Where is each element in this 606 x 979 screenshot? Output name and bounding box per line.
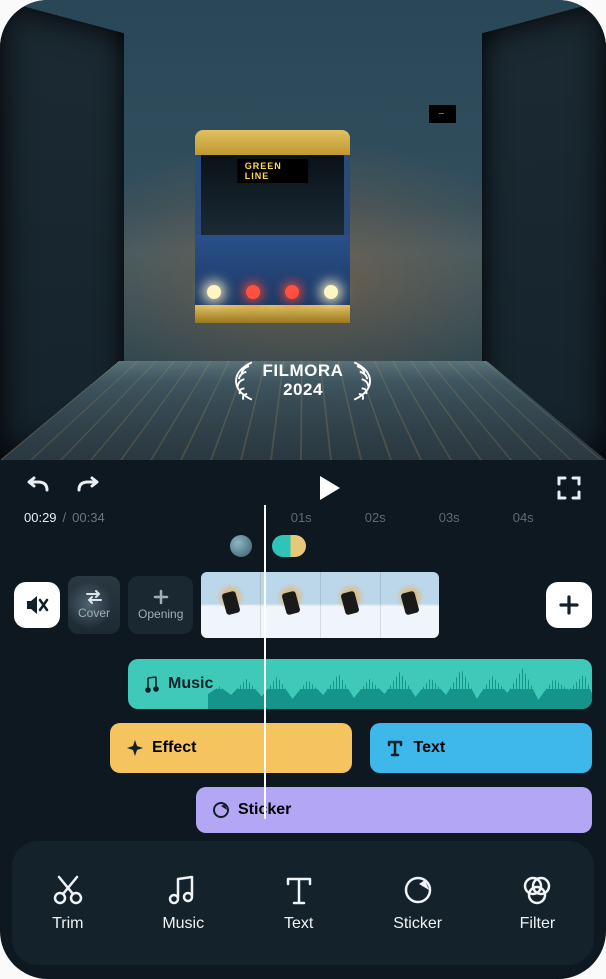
effect-track[interactable]: Effect	[110, 723, 352, 773]
music-track[interactable]: Music	[128, 659, 592, 709]
trim-label: Trim	[52, 915, 83, 933]
keyframe-marker[interactable]	[230, 535, 252, 557]
text-track[interactable]: Text	[370, 723, 592, 773]
music-label: Music	[162, 915, 204, 933]
time-mark: 03s	[439, 510, 513, 525]
time-mark: 01s	[291, 510, 365, 525]
mute-button[interactable]	[14, 582, 60, 628]
video-clip[interactable]	[201, 572, 439, 638]
text-label: Text	[284, 915, 313, 933]
laurel-left-icon	[229, 360, 257, 402]
swap-icon	[85, 590, 103, 604]
clip-thumbnail	[260, 572, 320, 638]
scene-platform-sign: —	[429, 105, 456, 123]
speaker-muted-icon	[25, 594, 49, 616]
plus-icon	[558, 594, 580, 616]
clip-thumbnail	[320, 572, 380, 638]
time-display: 00:29 / 00:34 01s 02s 03s 04s	[0, 508, 606, 535]
audio-waveform	[208, 659, 592, 709]
cover-button[interactable]: Cover	[68, 576, 120, 634]
undo-button[interactable]	[24, 476, 52, 500]
watermark-badge: FILMORA 2024	[229, 360, 378, 402]
filter-icon	[520, 873, 554, 907]
badge-year: 2024	[263, 381, 344, 400]
sticker-circle-icon	[401, 873, 435, 907]
text-icon	[282, 873, 316, 907]
time-ruler[interactable]: 01s 02s 03s 04s	[291, 510, 587, 525]
music-track-label: Music	[168, 675, 213, 693]
total-time: 00:34	[72, 510, 105, 525]
plus-icon	[153, 589, 169, 605]
add-clip-button[interactable]	[546, 582, 592, 628]
video-track: Cover Opening	[0, 561, 606, 649]
video-preview[interactable]: — GREEN LINE FILMORA 2024	[0, 0, 606, 460]
play-button[interactable]	[316, 474, 342, 502]
fullscreen-button[interactable]	[556, 475, 582, 501]
opening-button[interactable]: Opening	[128, 576, 193, 634]
text-tool[interactable]: Text	[282, 873, 316, 933]
tram-destination: GREEN LINE	[237, 159, 309, 183]
clip-thumbnail	[201, 572, 260, 638]
sticker-icon	[212, 801, 230, 819]
clip-thumbnail	[380, 572, 440, 638]
music-tool[interactable]: Music	[162, 873, 204, 933]
keyframe-marker[interactable]	[272, 535, 306, 557]
time-mark: 04s	[513, 510, 587, 525]
trim-tool[interactable]: Trim	[51, 873, 85, 933]
redo-button[interactable]	[74, 476, 102, 500]
text-icon	[386, 739, 404, 757]
scene-tram: GREEN LINE	[195, 130, 350, 325]
sparkle-icon	[126, 739, 144, 757]
sticker-track-label: Sticker	[238, 801, 291, 819]
bottom-toolbar: Trim Music Text Sticker Filter	[12, 841, 594, 965]
opening-label: Opening	[138, 607, 183, 621]
badge-title: FILMORA	[263, 362, 344, 381]
cover-label: Cover	[78, 606, 110, 620]
time-separator: /	[63, 510, 67, 525]
text-track-label: Text	[414, 739, 446, 757]
effect-track-label: Effect	[152, 739, 196, 757]
keyframe-track[interactable]	[230, 535, 606, 561]
current-time: 00:29	[24, 510, 57, 525]
scissors-icon	[51, 873, 85, 907]
time-mark: 02s	[365, 510, 439, 525]
sticker-tool[interactable]: Sticker	[393, 873, 442, 933]
transport-controls	[0, 460, 606, 508]
music-note-icon	[142, 675, 160, 693]
sticker-track[interactable]: Sticker	[196, 787, 592, 833]
filter-tool[interactable]: Filter	[520, 873, 556, 933]
music-icon	[166, 873, 200, 907]
laurel-right-icon	[349, 360, 377, 402]
filter-label: Filter	[520, 915, 556, 933]
sticker-label: Sticker	[393, 915, 442, 933]
app-frame: — GREEN LINE FILMORA 2024 00	[0, 0, 606, 979]
